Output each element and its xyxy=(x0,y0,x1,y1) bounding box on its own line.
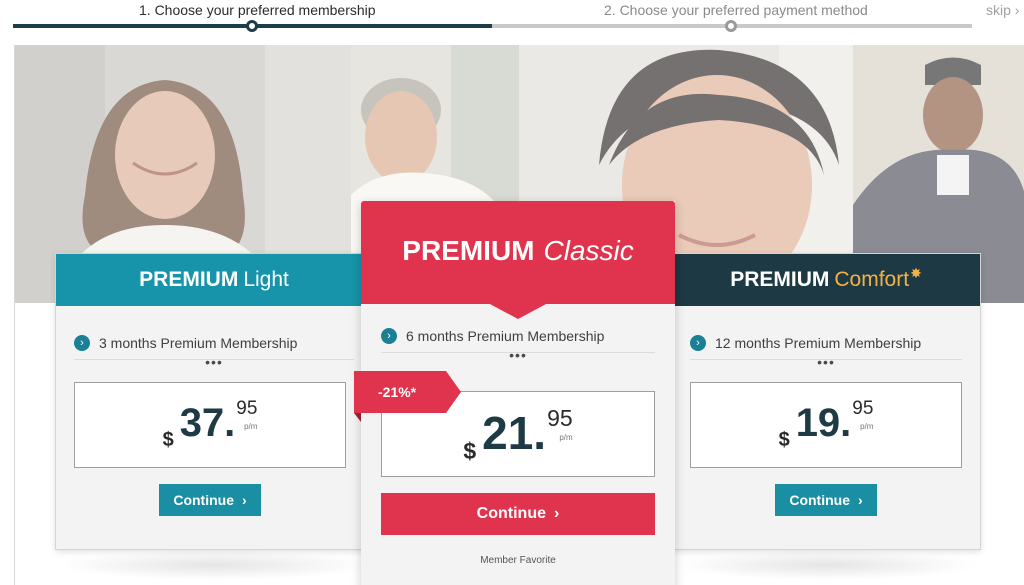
price-display: $ 19. 95 p/m xyxy=(691,399,961,452)
price-currency: $ xyxy=(778,429,790,451)
more-features-dots[interactable]: ••• xyxy=(817,355,835,369)
plan-title-sub: Light xyxy=(243,268,289,291)
price-cents: 95 xyxy=(547,405,573,431)
price-box-light: $ 37. 95 p/m xyxy=(74,382,346,468)
discount-badge-fold xyxy=(354,413,361,422)
step-2-marker xyxy=(725,20,737,32)
header-pointer xyxy=(488,303,548,319)
price-display: $ 21. 95 p/m xyxy=(382,406,654,465)
price-cents: 95 xyxy=(236,398,258,419)
skip-label: skip xyxy=(986,2,1011,18)
price-amount: 37. xyxy=(179,401,236,445)
chevron-right-icon: › xyxy=(1010,2,1020,18)
plan-title-main: PREMIUM xyxy=(402,234,535,266)
price-display: $ 37. 95 p/m xyxy=(75,399,345,452)
continue-label: Continue xyxy=(476,505,546,522)
more-features-dots[interactable]: ••• xyxy=(509,348,527,362)
step-1-marker xyxy=(246,20,258,32)
price-period: p/m xyxy=(860,422,874,431)
continue-button-light[interactable]: Continue › xyxy=(159,484,261,516)
chevron-right-circle-icon: › xyxy=(690,334,706,351)
chevron-right-icon: › xyxy=(857,492,863,508)
plan-header-light: PREMIUM Light xyxy=(56,254,372,306)
step-2-label: 2. Choose your preferred payment method xyxy=(604,2,868,18)
price-period: p/m xyxy=(559,433,573,442)
plan-card-light: PREMIUM Light › 3 months Premium Members… xyxy=(55,253,373,550)
price-amount: 19. xyxy=(795,401,852,445)
continue-label: Continue xyxy=(173,492,234,508)
plan-feature-text: 3 months Premium Membership xyxy=(99,334,298,351)
price-currency: $ xyxy=(162,429,174,451)
continue-button-classic[interactable]: Continue › xyxy=(381,493,655,535)
card-shadow xyxy=(55,550,373,580)
step-1-label: 1. Choose your preferred membership xyxy=(139,2,376,18)
price-cents-group: 95 p/m xyxy=(547,406,573,442)
plans-stage: PREMIUM Light › 3 months Premium Members… xyxy=(14,45,1024,585)
plan-title-main: PREMIUM xyxy=(730,268,830,291)
chevron-right-circle-icon: › xyxy=(381,327,397,344)
plan-header-comfort: PREMIUM Comfort ✸ xyxy=(672,254,980,306)
price-cents: 95 xyxy=(852,398,874,419)
plan-title-main: PREMIUM xyxy=(139,268,239,291)
price-period: p/m xyxy=(244,422,258,431)
skip-link[interactable]: skip › xyxy=(986,2,1019,18)
card-shadow xyxy=(671,550,981,580)
price-box-comfort: $ 19. 95 p/m xyxy=(690,382,962,468)
plan-card-comfort: PREMIUM Comfort ✸ › 12 months Premium Me… xyxy=(671,253,981,550)
price-currency: $ xyxy=(463,438,477,464)
plan-feature-text: 12 months Premium Membership xyxy=(715,334,922,351)
continue-label: Continue xyxy=(789,492,850,508)
chevron-right-icon: › xyxy=(554,505,560,522)
continue-button-comfort[interactable]: Continue › xyxy=(775,484,877,516)
plan-title-sub: Comfort xyxy=(834,268,910,291)
member-favorite-note: Member Favorite xyxy=(480,555,556,566)
price-cents-group: 95 p/m xyxy=(236,398,258,432)
price-cents-group: 95 p/m xyxy=(852,398,874,432)
discount-badge: -21%* xyxy=(354,371,461,413)
plan-title-sub: Classic xyxy=(543,234,634,266)
plan-feature-text: 6 months Premium Membership xyxy=(406,327,605,344)
more-features-dots[interactable]: ••• xyxy=(205,355,223,369)
chevron-right-circle-icon: › xyxy=(74,334,90,351)
membership-page: 1. Choose your preferred membership 2. C… xyxy=(0,0,1024,585)
price-amount: 21. xyxy=(482,407,547,459)
chevron-right-icon: › xyxy=(241,492,247,508)
plan-header-classic: PREMIUM Classic xyxy=(361,201,675,304)
step-progress: 1. Choose your preferred membership 2. C… xyxy=(0,0,1024,44)
sparkle-icon: ✸ xyxy=(910,264,922,281)
